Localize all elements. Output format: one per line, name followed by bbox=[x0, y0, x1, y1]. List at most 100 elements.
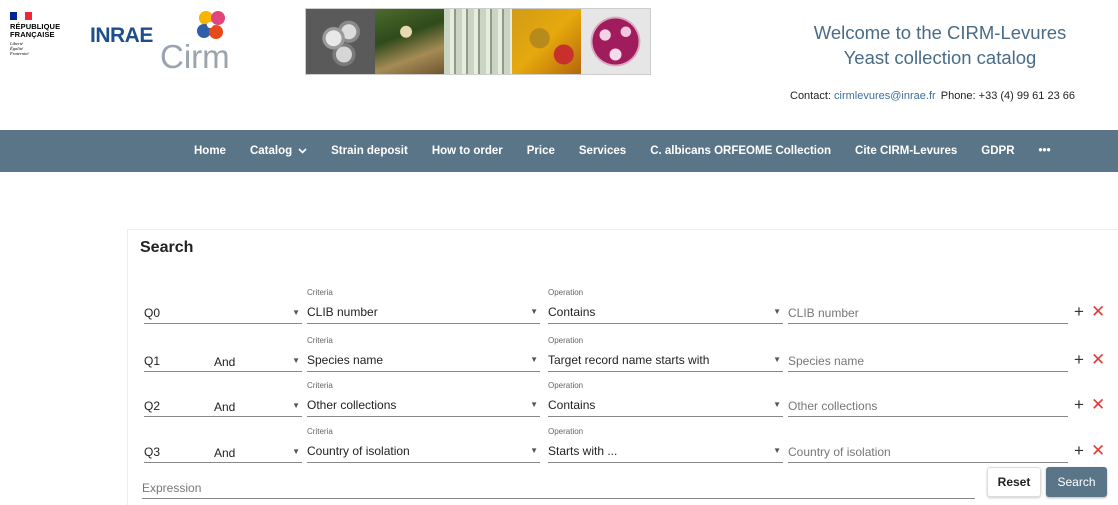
criteria-select[interactable]: Criteria Country of isolation ▼ bbox=[307, 427, 540, 463]
nav-home[interactable]: Home bbox=[186, 145, 234, 157]
banner-images bbox=[305, 8, 651, 75]
nav-cite-label: Cite CIRM-Levures bbox=[855, 145, 958, 157]
yeast-cells-image bbox=[306, 9, 375, 74]
operation-value: Target record name starts with bbox=[548, 353, 710, 367]
value-field bbox=[788, 443, 1068, 463]
criteria-select[interactable]: Criteria CLIB number ▼ bbox=[307, 288, 540, 324]
dropdown-arrow-icon: ▼ bbox=[773, 355, 781, 364]
query-row-q2: Q2 And ▼ Criteria Other collections ▼ Op… bbox=[128, 373, 1118, 417]
operation-select[interactable]: Operation Target record name starts with… bbox=[548, 336, 783, 372]
operation-label: Operation bbox=[548, 288, 584, 297]
rf-motto: Liberté Égalité Fraternité bbox=[10, 41, 72, 56]
value-input[interactable] bbox=[788, 306, 1058, 320]
welcome-line-2: Yeast collection catalog bbox=[843, 47, 1037, 68]
search-title: Search bbox=[140, 239, 194, 256]
cirm-wordmark: Cirm bbox=[160, 38, 230, 75]
dropdown-arrow-icon: ▼ bbox=[292, 308, 300, 317]
operation-value: Contains bbox=[548, 305, 596, 319]
remove-row-close-icon[interactable]: ✕ bbox=[1091, 441, 1105, 461]
value-input[interactable] bbox=[788, 354, 1058, 368]
criteria-value: Other collections bbox=[307, 398, 397, 412]
add-row-plus-icon[interactable]: + bbox=[1074, 395, 1084, 415]
nav-home-label: Home bbox=[194, 145, 226, 157]
logic-value: And bbox=[214, 355, 236, 369]
dropdown-arrow-icon: ▼ bbox=[292, 401, 300, 410]
nav-how-to-order-label: How to order bbox=[431, 145, 503, 157]
nav-price[interactable]: Price bbox=[519, 145, 563, 157]
nav-catalog[interactable]: Catalog bbox=[242, 145, 315, 157]
criteria-select[interactable]: Criteria Species name ▼ bbox=[307, 336, 540, 372]
header: RÉPUBLIQUE FRANÇAISE Liberté Égalité Fra… bbox=[0, 0, 1118, 130]
dropdown-arrow-icon: ▼ bbox=[773, 446, 781, 455]
reset-button[interactable]: Reset bbox=[987, 467, 1041, 497]
logic-select[interactable]: And ▼ bbox=[144, 443, 302, 463]
grapes-image bbox=[512, 9, 582, 74]
nav-gdpr[interactable]: GDPR bbox=[973, 145, 1022, 157]
inrae-logo: INRAE bbox=[90, 24, 153, 47]
dropdown-arrow-icon: ▼ bbox=[530, 446, 538, 455]
value-field bbox=[788, 352, 1068, 372]
nav-orfeome[interactable]: C. albicans ORFEOME Collection bbox=[642, 145, 839, 157]
dropdown-arrow-icon: ▼ bbox=[530, 355, 538, 364]
nav-services[interactable]: Services bbox=[571, 145, 634, 157]
operation-value: Contains bbox=[548, 398, 596, 412]
logic-select[interactable]: And ▼ bbox=[144, 352, 302, 372]
french-flag-icon bbox=[10, 12, 32, 20]
nav-items: Home Catalog Strain deposit How to order… bbox=[186, 130, 1067, 172]
nav-more-label: ••• bbox=[1038, 145, 1051, 157]
value-field bbox=[788, 397, 1068, 417]
search-button[interactable]: Search bbox=[1046, 467, 1107, 497]
query-row-q3: Q3 And ▼ Criteria Country of isolation ▼… bbox=[128, 419, 1118, 463]
dropdown-arrow-icon: ▼ bbox=[773, 400, 781, 409]
operation-label: Operation bbox=[548, 336, 584, 345]
logic-select[interactable]: And ▼ bbox=[144, 397, 302, 417]
nav-how-to-order[interactable]: How to order bbox=[424, 145, 511, 157]
criteria-value: CLIB number bbox=[307, 305, 378, 319]
add-row-plus-icon[interactable]: + bbox=[1074, 350, 1084, 370]
operation-select[interactable]: Operation Contains ▼ bbox=[548, 288, 783, 324]
welcome-title: Welcome to the CIRM-Levures Yeast collec… bbox=[790, 20, 1090, 70]
expression-field bbox=[142, 479, 975, 499]
nav-more-icon[interactable]: ••• bbox=[1031, 145, 1059, 157]
operation-select[interactable]: Operation Contains ▼ bbox=[548, 381, 783, 417]
cirm-logo: Cirm bbox=[160, 10, 235, 75]
add-row-plus-icon[interactable]: + bbox=[1074, 441, 1084, 461]
remove-row-close-icon[interactable]: ✕ bbox=[1091, 302, 1105, 322]
nav-price-label: Price bbox=[526, 145, 555, 157]
add-row-plus-icon[interactable]: + bbox=[1074, 302, 1084, 322]
contact-label: Contact: bbox=[790, 90, 831, 102]
nav-strain-deposit[interactable]: Strain deposit bbox=[323, 145, 416, 157]
dropdown-arrow-icon: ▼ bbox=[773, 307, 781, 316]
criteria-label: Criteria bbox=[307, 288, 333, 297]
value-field bbox=[788, 304, 1068, 324]
dropdown-arrow-icon: ▼ bbox=[530, 400, 538, 409]
remove-row-close-icon[interactable]: ✕ bbox=[1091, 350, 1105, 370]
criteria-label: Criteria bbox=[307, 336, 333, 345]
welcome-line-1: Welcome to the CIRM-Levures bbox=[813, 22, 1067, 43]
criteria-value: Country of isolation bbox=[307, 444, 410, 458]
operation-value: Starts with ... bbox=[548, 444, 618, 458]
query-row-q0: Q0 ▼ Criteria CLIB number ▼ Operation Co… bbox=[128, 280, 1118, 324]
logic-value: And bbox=[214, 446, 236, 460]
operation-select[interactable]: Operation Starts with ... ▼ bbox=[548, 427, 783, 463]
expression-input[interactable] bbox=[142, 481, 962, 495]
query-row-q1: Q1 And ▼ Criteria Species name ▼ Operati… bbox=[128, 328, 1118, 372]
logic-value: And bbox=[214, 400, 236, 414]
field-sampling-image bbox=[374, 9, 444, 74]
nav-strain-deposit-label: Strain deposit bbox=[331, 145, 408, 157]
navbar: Home Catalog Strain deposit How to order… bbox=[0, 130, 1118, 172]
contact-email-link[interactable]: cirmlevures@inrae.fr bbox=[834, 90, 936, 102]
phone-label: Phone: bbox=[940, 90, 976, 102]
logic-select[interactable]: ▼ bbox=[144, 304, 302, 324]
criteria-select[interactable]: Criteria Other collections ▼ bbox=[307, 381, 540, 417]
dropdown-arrow-icon: ▼ bbox=[530, 307, 538, 316]
remove-row-close-icon[interactable]: ✕ bbox=[1091, 395, 1105, 415]
value-input[interactable] bbox=[788, 399, 1058, 413]
value-input[interactable] bbox=[788, 445, 1058, 459]
test-tubes-image bbox=[443, 9, 513, 74]
dropdown-arrow-icon: ▼ bbox=[292, 356, 300, 365]
rf-motto-3: Fraternité bbox=[10, 51, 29, 56]
nav-orfeome-label: C. albicans ORFEOME Collection bbox=[650, 145, 832, 157]
nav-cite[interactable]: Cite CIRM-Levures bbox=[847, 145, 965, 157]
criteria-value: Species name bbox=[307, 353, 384, 367]
